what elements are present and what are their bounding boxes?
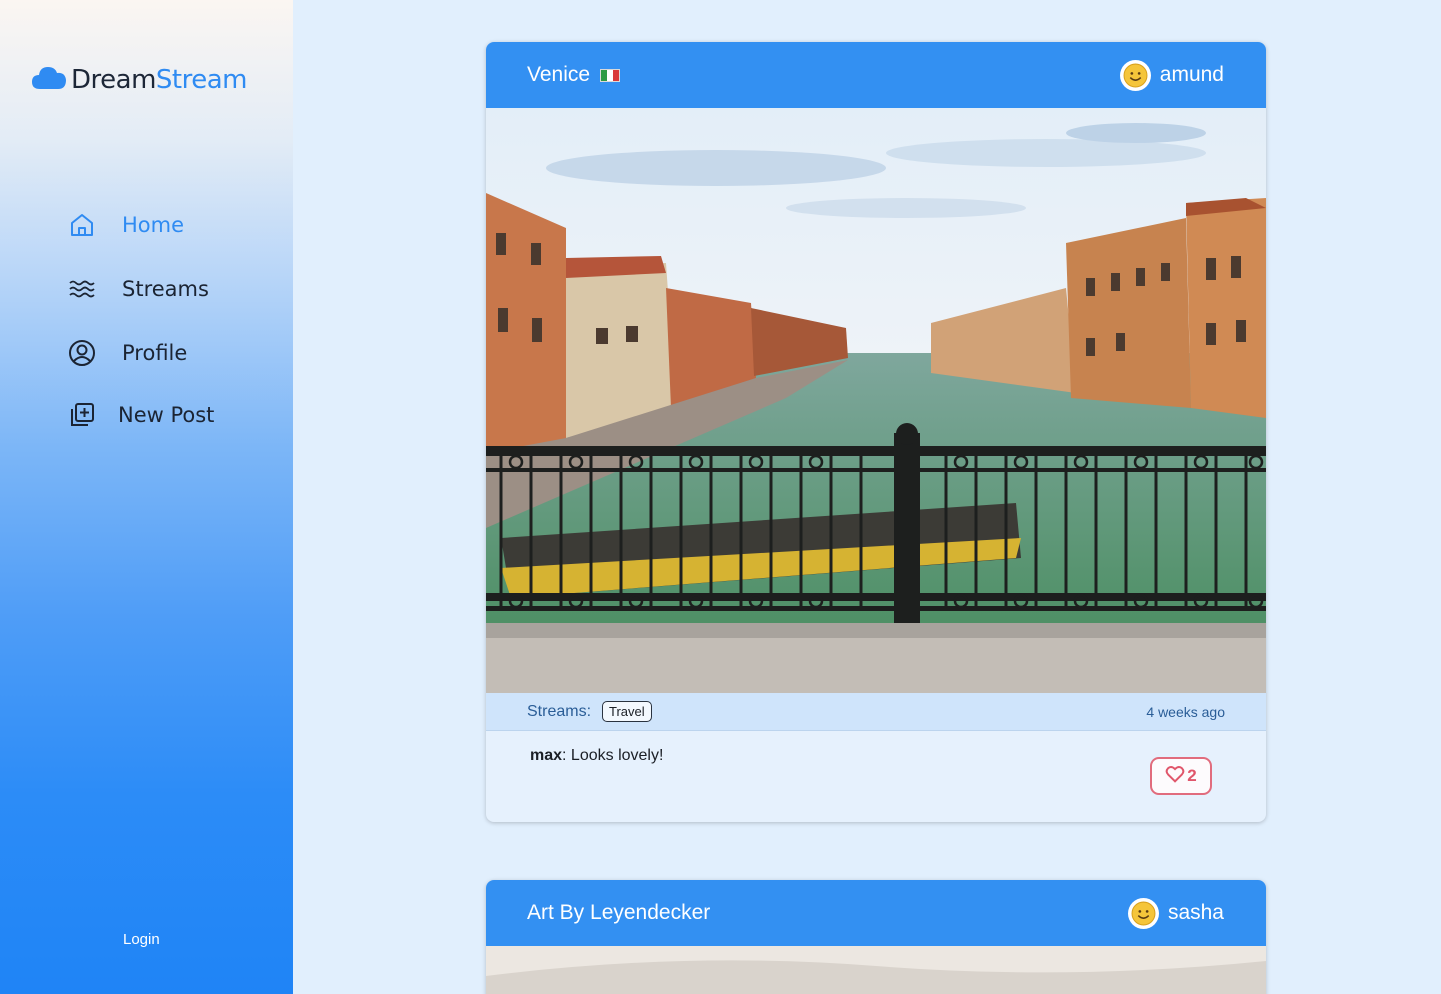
user-circle-icon: [68, 339, 96, 367]
post-image[interactable]: [486, 946, 1266, 994]
nav-label-streams: Streams: [122, 277, 209, 301]
post-card: Venice amund Streams: Travel 4 weeks ago…: [486, 42, 1266, 822]
nav-item-home[interactable]: Home: [68, 211, 184, 239]
comment-text: : Looks lovely!: [562, 747, 664, 764]
heart-icon: [1165, 765, 1185, 788]
nav-item-new-post[interactable]: New Post: [68, 401, 214, 429]
waves-icon: [68, 275, 96, 303]
like-button[interactable]: 2: [1150, 757, 1212, 795]
post-author-name: sasha: [1167, 901, 1224, 924]
post-title[interactable]: Venice: [527, 63, 590, 87]
post-author-name: amund: [1159, 63, 1224, 86]
nav-label-new-post: New Post: [118, 403, 215, 427]
post-header: Art By Leyendecker sasha: [486, 880, 1266, 946]
italy-flag-icon: [600, 68, 621, 82]
post-author[interactable]: sasha: [1127, 897, 1224, 929]
post-title[interactable]: Art By Leyendecker: [527, 901, 710, 925]
login-link[interactable]: Login: [123, 931, 160, 948]
streams-label: Streams:: [527, 702, 592, 720]
post-author[interactable]: amund: [1119, 59, 1224, 91]
nav-label-profile: Profile: [122, 341, 188, 365]
home-icon: [68, 211, 96, 239]
stream-tag[interactable]: Travel: [602, 701, 652, 722]
nav-item-profile[interactable]: Profile: [68, 339, 187, 367]
comment-author[interactable]: max: [530, 747, 562, 764]
comment: max: Looks lovely!: [530, 747, 1222, 765]
comments-section: max: Looks lovely! 2: [486, 731, 1266, 822]
post-image[interactable]: [486, 108, 1266, 693]
brand-name-part1: Dream: [71, 65, 156, 95]
avatar: [1119, 59, 1151, 91]
post-meta: Streams: Travel 4 weeks ago: [486, 693, 1266, 731]
cloud-icon: [31, 64, 67, 97]
post-timestamp: 4 weeks ago: [1146, 703, 1225, 720]
add-square-icon: [68, 401, 96, 429]
nav-label-home: Home: [122, 213, 185, 237]
avatar: [1127, 897, 1159, 929]
post-card: Art By Leyendecker sasha: [486, 880, 1266, 994]
sidebar: Dream Stream Home Streams Profile New Po…: [0, 0, 293, 994]
like-count: 2: [1187, 766, 1197, 785]
nav-item-streams[interactable]: Streams: [68, 275, 209, 303]
brand-logo[interactable]: Dream Stream: [31, 62, 247, 98]
post-header: Venice amund: [486, 42, 1266, 108]
brand-name-part2: Stream: [155, 65, 248, 95]
